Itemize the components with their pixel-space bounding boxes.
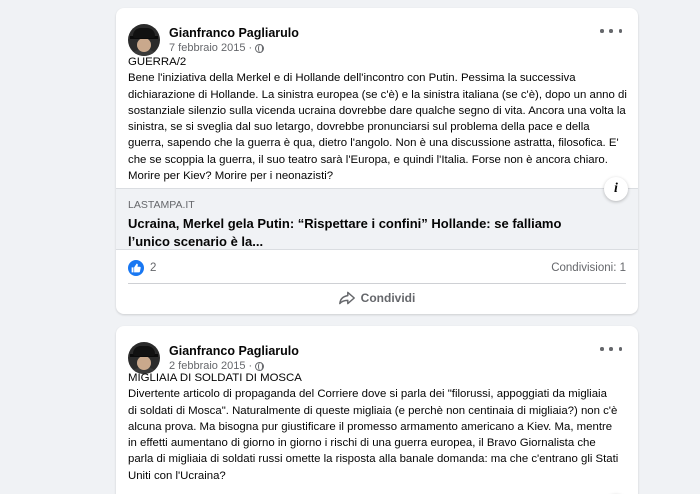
link-title[interactable]: Ucraina, Merkel gela Putin: “Rispettare … [128, 215, 598, 250]
more-options-icon[interactable] [600, 344, 622, 354]
share-count[interactable]: Condivisioni: 1 [551, 262, 626, 274]
like-icon[interactable] [128, 260, 144, 276]
author-name[interactable]: Gianfranco Pagliarulo [169, 343, 299, 359]
link-preview[interactable]: i LASTAMPA.IT Ucraina, Merkel gela Putin… [116, 177, 638, 250]
reaction-count[interactable]: 2 [150, 262, 156, 274]
avatar[interactable] [128, 24, 160, 56]
share-label: Condividi [360, 291, 416, 305]
reactions-bar: 2 Condivisioni: 1 [128, 258, 626, 278]
post-card: Gianfranco Pagliarulo 7 febbraio 2015 · … [116, 8, 638, 314]
share-button[interactable]: Condividi [128, 287, 626, 309]
post-text: GUERRA/2 Bene l'iniziativa della Merkel … [128, 56, 627, 183]
more-options-icon[interactable] [600, 26, 622, 36]
post-card: Gianfranco Pagliarulo 2 febbraio 2015 · … [116, 326, 638, 494]
share-icon [338, 291, 355, 305]
divider [128, 283, 626, 284]
author-name[interactable]: Gianfranco Pagliarulo [169, 25, 299, 41]
post-text: MIGLIAIA DI SOLDATI DI MOSCA Divertente … [128, 372, 619, 482]
link-domain: LASTAMPA.IT [128, 199, 195, 211]
globe-icon [255, 43, 265, 53]
info-icon[interactable]: i [604, 177, 628, 201]
